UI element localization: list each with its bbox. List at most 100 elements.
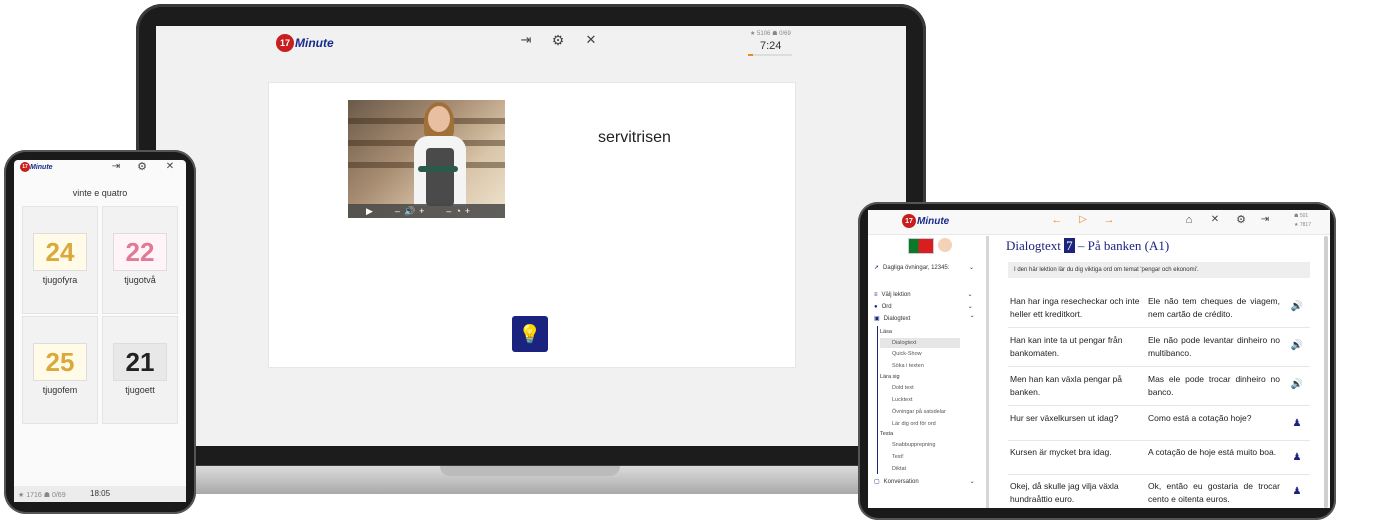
sidebar-item-words[interactable]: ● Ord ⌄ [874, 303, 984, 311]
waitress-tray [418, 166, 458, 172]
waitress-apron [426, 148, 454, 206]
laptop-logo[interactable]: 17 Minute [276, 34, 334, 52]
progress-bar [748, 54, 792, 56]
speed-down-button[interactable]: – [446, 206, 451, 216]
mute-icon[interactable]: ✕ [582, 33, 600, 46]
number-tile-1[interactable]: 24 tjugofyra [22, 206, 98, 314]
sidebar-group-read: Läsa [880, 329, 892, 335]
dialog-row: Okej, då skulle jag vilja växla hundraåt… [1008, 480, 1310, 508]
lesson-title: Dialogtext 7 – På banken (A1) [1006, 238, 1169, 254]
volume-down-button[interactable]: – [395, 206, 400, 216]
dialog-row: Han har inga resecheckar och inte heller… [1008, 295, 1310, 328]
sidebar-item-dialog[interactable]: ▣ Dialogtext ⌃ [874, 315, 984, 323]
logout-icon[interactable]: ⇥ [1258, 215, 1272, 225]
sidebar-subitem-clauses[interactable]: Övningar på satsdelar [892, 409, 946, 415]
number-image: 21 [113, 343, 167, 381]
sidebar-subitem-hidden[interactable]: Dold text [892, 385, 914, 391]
laptop-stats: ★ 5106 ☗ 0/69 [750, 30, 791, 37]
person-icon[interactable]: ♟ [1290, 486, 1304, 500]
sidebar-group-learn: Lära sig [880, 374, 900, 380]
sidebar-subitem-word-by-word[interactable]: Lär dig ord för ord [892, 421, 936, 427]
volume-icon: 🔊 [403, 205, 416, 216]
sidebar-subitem-test[interactable]: Test! [892, 454, 904, 460]
gear-icon[interactable]: ⚙ [550, 33, 566, 47]
portuguese-text: Ele não tem cheques de viagem, nem cartã… [1148, 296, 1280, 319]
laptop-notch [440, 466, 620, 476]
speed-up-button[interactable]: + [465, 206, 470, 216]
speaker-icon[interactable]: 🔊 [1290, 301, 1304, 315]
phone-footer: ★ 1716 ☗ 0/69 18:05 [14, 486, 186, 502]
swedish-text: Han kan inte ta ut pengar från bankomate… [1010, 335, 1123, 358]
number-tile-2[interactable]: 22 tjugotvå [102, 206, 178, 314]
number-image: 25 [33, 343, 87, 381]
home-icon[interactable]: ⌂ [1182, 215, 1196, 226]
mute-icon[interactable]: ✕ [164, 162, 176, 172]
tablet-logo[interactable]: 17 Minute [902, 214, 949, 228]
portuguese-text: Como está a cotação hoje? [1148, 413, 1252, 423]
exit-icon[interactable]: ⇥ [110, 162, 122, 172]
hint-button[interactable]: 💡 [512, 316, 548, 352]
gear-icon[interactable]: ⚙ [136, 162, 148, 173]
title-suffix: – På banken (A1) [1077, 238, 1170, 253]
sidebar-words-label: Ord [881, 303, 892, 310]
prev-arrow-icon[interactable]: ← [1050, 215, 1064, 226]
portuguese-text: Ele não pode levantar dinheiro no multib… [1148, 335, 1280, 358]
sidebar-tree-line [877, 326, 878, 474]
sidebar-scrollbar[interactable] [986, 236, 989, 508]
volume-up-button[interactable]: + [419, 206, 424, 216]
number-label: tjugotvå [124, 275, 156, 285]
person-icon[interactable]: ♟ [1290, 418, 1304, 432]
logo-badge: 17 [902, 214, 916, 228]
number-image: 24 [33, 233, 87, 271]
logo-text: Minute [917, 215, 950, 227]
swedish-text: Kursen är mycket bra idag. [1010, 447, 1112, 457]
exit-icon[interactable]: ⇥ [518, 33, 534, 46]
person-icon[interactable]: ♟ [1290, 452, 1304, 466]
swedish-text: Hur ser växelkursen ut idag? [1010, 413, 1119, 423]
dialog-row: Han kan inte ta ut pengar från bankomate… [1008, 334, 1310, 367]
portuguese-text: Mas ele pode trocar dinheiro no banco. [1148, 374, 1280, 397]
number-tile-4[interactable]: 21 tjugoett [102, 316, 178, 424]
avatar[interactable] [938, 238, 952, 252]
phone-prompt: vinte e quatro [72, 188, 128, 198]
video-player[interactable]: ▶ – 🔊 + – ◔ + [348, 100, 505, 218]
list-icon: ≡ [874, 291, 878, 298]
sidebar-subitem-search[interactable]: Söka i texten [892, 363, 924, 369]
play-button[interactable]: ▶ [366, 206, 373, 217]
play-icon[interactable]: ▷ [1076, 215, 1090, 225]
tablet-hat-count: ☗ 501 [1294, 213, 1309, 219]
rocket-icon: ➚ [874, 265, 880, 271]
sidebar-item-daily[interactable]: ➚ Dagliga övningar, 12345: ⌄ [874, 264, 984, 272]
title-number: 7 [1064, 238, 1075, 253]
chevron-down-icon: ⌄ [967, 292, 973, 298]
next-arrow-icon[interactable]: → [1102, 215, 1116, 226]
phone-stats: ★ 1716 ☗ 0/69 [18, 492, 66, 499]
vocab-word: servitrisen [598, 129, 671, 146]
sidebar-subitem-dictation[interactable]: Diktat [892, 466, 906, 472]
sidebar-item-choose-lesson[interactable]: ≡ Välj lektion ⌄ [874, 291, 984, 299]
sidebar-subitem-repeat[interactable]: Snabbupprepning [892, 442, 935, 448]
sidebar-choose-lesson-label: Välj lektion [881, 291, 911, 298]
dialog-row: Kursen är mycket bra idag. A cotação de … [1008, 446, 1310, 475]
lightbulb-icon: 💡 [518, 323, 542, 344]
phone-logo[interactable]: 17 Minute [20, 162, 53, 172]
speaker-icon[interactable]: 🔊 [1290, 340, 1304, 354]
number-label: tjugoett [125, 385, 155, 395]
timer: 7:24 [760, 40, 782, 52]
title-prefix: Dialogtext [1006, 238, 1061, 253]
number-tile-3[interactable]: 25 tjugofem [22, 316, 98, 424]
mute-icon[interactable]: ✕ [1208, 215, 1222, 225]
sidebar-subitem-quickshow[interactable]: Quick-Show [892, 351, 922, 357]
portuguese-flag-icon[interactable] [908, 238, 934, 254]
sidebar-item-conversation[interactable]: ▢ Konversation ⌄ [874, 478, 984, 486]
chevron-down-icon: ⌄ [969, 479, 975, 485]
sidebar-group-test: Testa [880, 431, 894, 437]
hat-count: ☗ 0/69 [772, 31, 791, 37]
sidebar-subitem-gap[interactable]: Lucktext [892, 397, 912, 403]
speaker-icon[interactable]: 🔊 [1290, 379, 1304, 393]
sidebar-subitem-dialogtext[interactable]: Dialogtext [880, 338, 960, 348]
swedish-text: Han har inga resecheckar och inte heller… [1010, 296, 1140, 319]
chat-icon: ▢ [874, 479, 880, 485]
main-scrollbar[interactable] [1324, 236, 1328, 508]
gear-icon[interactable]: ⚙ [1234, 215, 1248, 226]
